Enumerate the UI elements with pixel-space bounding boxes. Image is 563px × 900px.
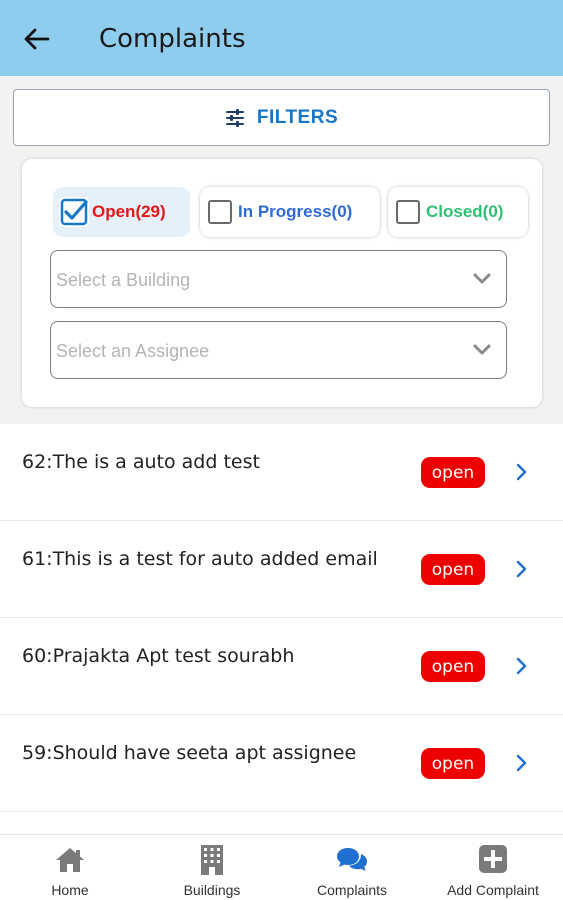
comments-icon bbox=[337, 848, 367, 871]
status-badge: open bbox=[421, 651, 485, 682]
filters-button[interactable]: FILTERS bbox=[13, 89, 550, 146]
tab-home-label: Home bbox=[51, 882, 89, 898]
filters-label: FILTERS bbox=[256, 106, 339, 128]
tab-complaints[interactable]: Complaints bbox=[302, 835, 402, 900]
status-badge: open bbox=[421, 748, 485, 779]
complaint-title: 61:This is a test for auto added email bbox=[22, 548, 378, 570]
chevron-right-icon[interactable] bbox=[515, 559, 529, 579]
checkbox-checked-icon[interactable] bbox=[59, 197, 89, 227]
plus-square-icon bbox=[479, 845, 507, 873]
status-chip-closed[interactable]: Closed(0) bbox=[388, 187, 528, 237]
tab-home[interactable]: Home bbox=[20, 835, 120, 900]
complaint-title: 62:The is a auto add test bbox=[22, 451, 260, 473]
checkbox-unchecked-icon[interactable] bbox=[208, 200, 232, 224]
app-bar: Complaints bbox=[0, 0, 563, 76]
building-icon bbox=[201, 845, 223, 875]
status-badge: open bbox=[421, 554, 485, 585]
assignee-select-placeholder: Select an Assignee bbox=[56, 341, 210, 361]
back-arrow-icon[interactable] bbox=[22, 24, 52, 54]
tab-buildings-label: Buildings bbox=[183, 882, 241, 898]
assignee-select[interactable]: Select an Assignee bbox=[50, 321, 507, 379]
tab-buildings[interactable]: Buildings bbox=[162, 835, 262, 900]
complaint-title: 60:Prajakta Apt test sourabh bbox=[22, 645, 295, 667]
chevron-down-icon bbox=[473, 273, 491, 284]
chevron-right-icon[interactable] bbox=[515, 753, 529, 773]
tab-add-complaint[interactable]: Add Complaint bbox=[437, 835, 549, 900]
complaint-title: 59:Should have seeta apt assignee bbox=[22, 742, 357, 764]
building-select[interactable]: Select a Building bbox=[50, 250, 507, 308]
chevron-down-icon bbox=[473, 344, 491, 355]
complaint-row[interactable]: 60:Prajakta Apt test sourabh open bbox=[0, 618, 563, 715]
chevron-right-icon[interactable] bbox=[515, 656, 529, 676]
status-chip-in-progress[interactable]: In Progress(0) bbox=[200, 187, 380, 237]
page-title: Complaints bbox=[99, 24, 246, 54]
status-badge: open bbox=[421, 457, 485, 488]
complaint-row[interactable]: 61:This is a test for auto added email o… bbox=[0, 521, 563, 618]
filter-panel: Open(29) In Progress(0) Closed(0) Select… bbox=[22, 159, 542, 407]
chevron-right-icon[interactable] bbox=[515, 462, 529, 482]
status-chip-open[interactable]: Open(29) bbox=[53, 187, 190, 237]
building-select-placeholder: Select a Building bbox=[56, 270, 191, 290]
status-chip-closed-label: Closed(0) bbox=[426, 202, 504, 221]
tab-add-complaint-label: Add Complaint bbox=[447, 882, 539, 898]
status-chip-open-label: Open(29) bbox=[92, 202, 166, 221]
complaint-row[interactable]: 59:Should have seeta apt assignee open bbox=[0, 715, 563, 812]
complaint-list: 62:The is a auto add test open 61:This i… bbox=[0, 424, 563, 834]
bottom-tab-bar: Home Buildings Complaints Add Complaint bbox=[0, 834, 563, 900]
complaint-row[interactable]: 62:The is a auto add test open bbox=[0, 424, 563, 521]
sliders-icon bbox=[225, 108, 244, 127]
tab-complaints-label: Complaints bbox=[316, 882, 388, 898]
status-chip-in-progress-label: In Progress(0) bbox=[238, 202, 353, 221]
home-icon bbox=[56, 848, 84, 872]
checkbox-unchecked-icon[interactable] bbox=[396, 200, 420, 224]
